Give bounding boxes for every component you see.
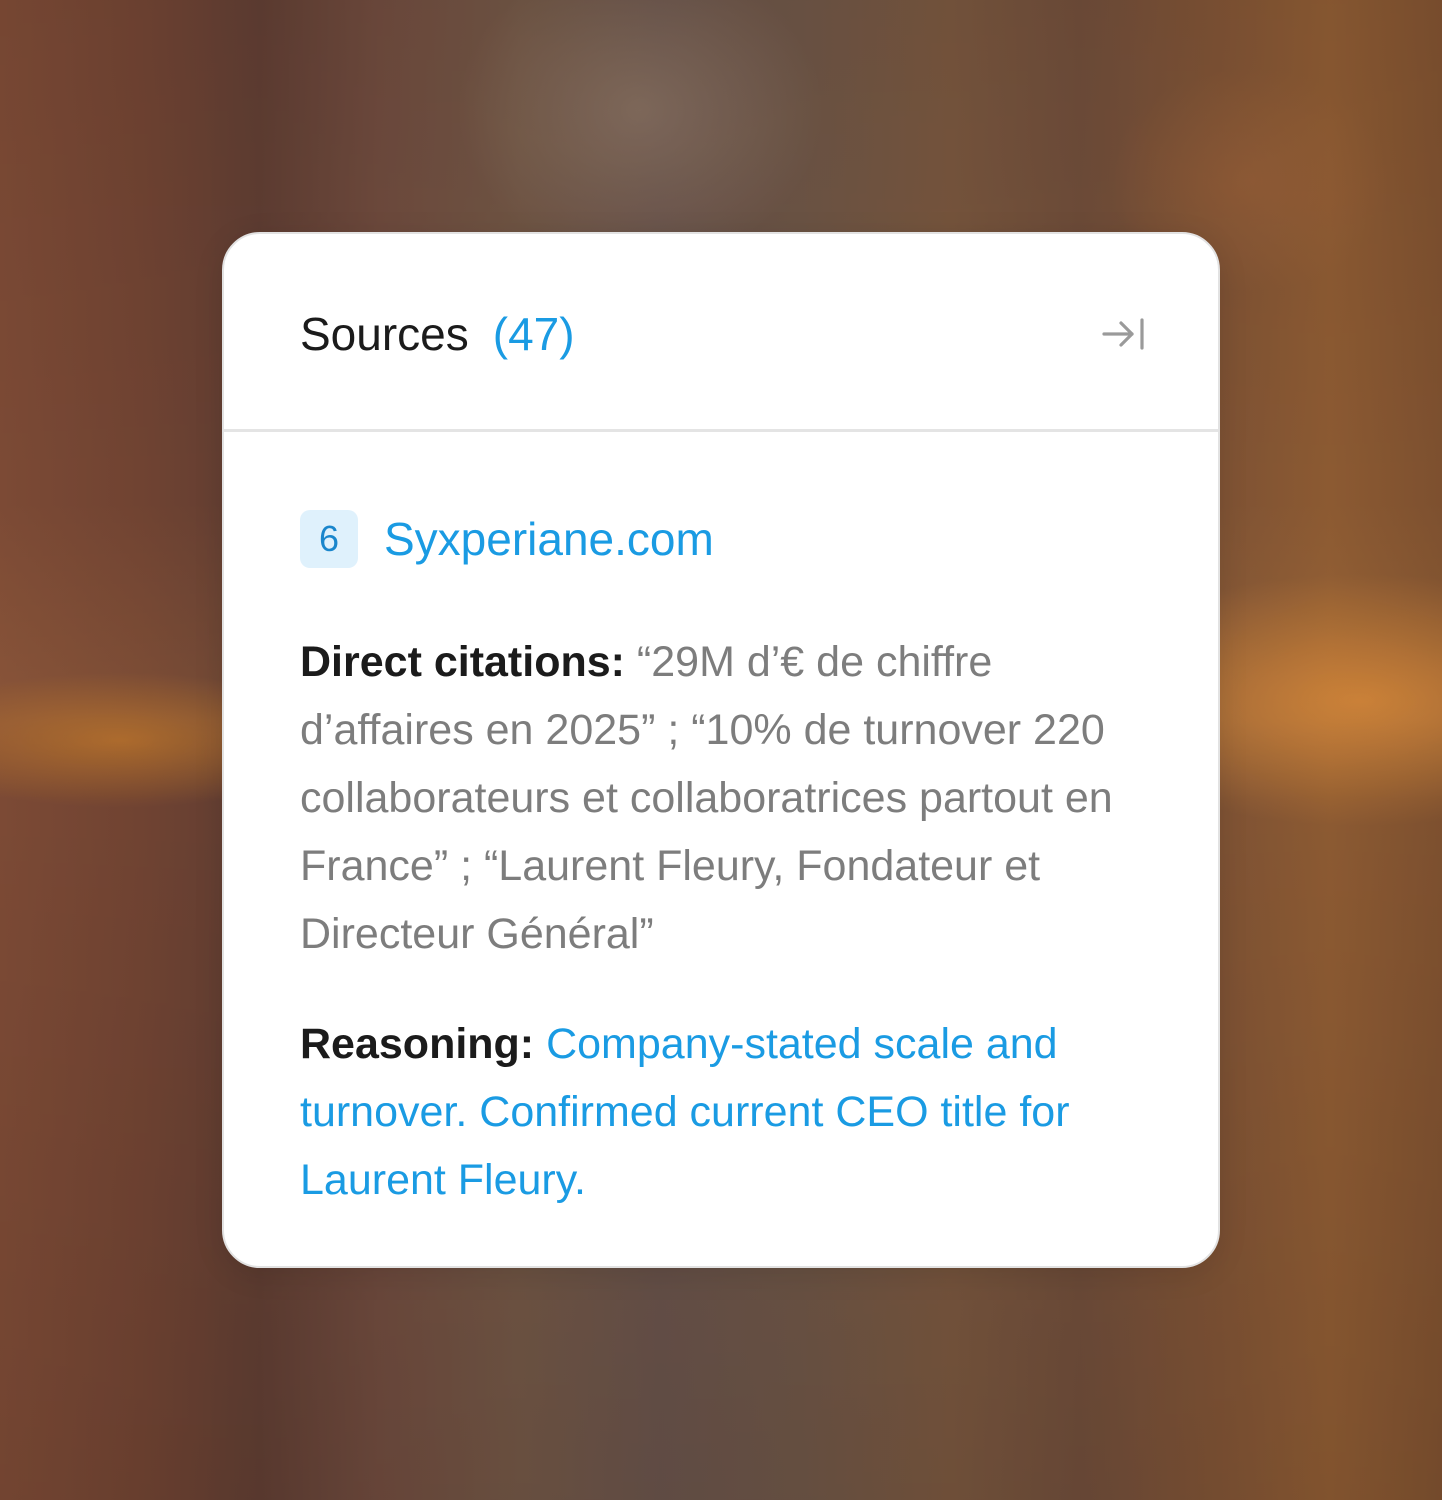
sources-count: (47) [492, 308, 575, 360]
direct-citations: Direct citations: “29M d’€ de chiffre d’… [300, 628, 1160, 968]
arrow-right-to-line-icon [1102, 318, 1144, 350]
panel-header: Sources (47) [224, 234, 1218, 432]
panel-title: Sources (47) [300, 306, 575, 362]
reasoning: Reasoning: Company-stated scale and turn… [300, 1010, 1160, 1214]
collapse-panel-button[interactable] [1100, 314, 1148, 354]
panel-title-label: Sources [300, 308, 469, 360]
source-link[interactable]: Syxperiane.com [384, 510, 714, 568]
reasoning-label: Reasoning: [300, 1020, 535, 1068]
source-index-badge: 6 [300, 510, 358, 568]
sources-panel: Sources (47) 6 Syxperiane.com Direct cita… [222, 232, 1220, 1268]
direct-citations-text: “29M d’€ de chiffre d’affaires en 2025” … [300, 638, 1113, 958]
source-item-header: 6 Syxperiane.com [300, 510, 714, 568]
direct-citations-label: Direct citations: [300, 638, 625, 686]
